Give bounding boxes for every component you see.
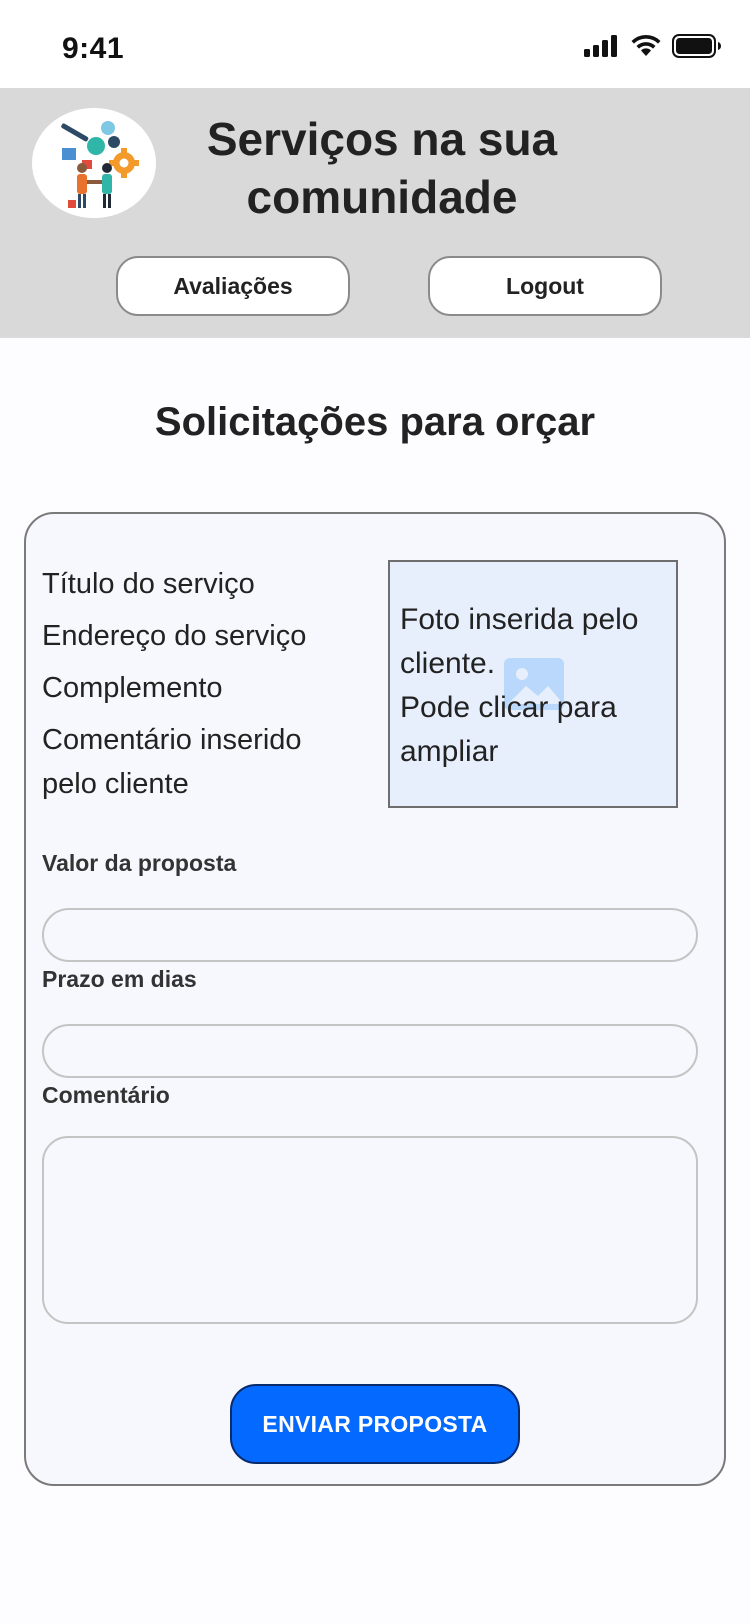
service-title: Título do serviço: [42, 568, 255, 600]
photo-caption: Foto inserida pelo cliente. Pode clicar …: [400, 603, 639, 768]
value-input[interactable]: [42, 908, 698, 962]
reviews-button[interactable]: Avaliações: [116, 256, 350, 316]
comment-label: Comentário: [42, 1082, 170, 1108]
app-header: Serviços na sua comunidade Avaliações Lo…: [0, 88, 750, 338]
wifi-icon: [631, 34, 661, 56]
request-card: Título do serviço Endereço do serviço Co…: [24, 512, 726, 1486]
submit-proposal-button[interactable]: ENVIAR PROPOSTA: [230, 1384, 520, 1464]
value-label: Valor da proposta: [42, 850, 237, 876]
service-complement: Complemento: [42, 672, 223, 704]
page-title: Solicitações para orçar: [154, 400, 596, 444]
deadline-input[interactable]: [42, 1024, 698, 1078]
deadline-label: Prazo em dias: [42, 966, 197, 992]
battery-icon: [672, 34, 721, 58]
logo-image: [32, 108, 156, 218]
service-address: Endereço do serviço: [42, 620, 307, 652]
request-info: Título do serviço Endereço do serviço Co…: [42, 562, 362, 814]
logout-button[interactable]: Logout: [428, 256, 662, 316]
app-title: Serviços na sua comunidade: [206, 113, 558, 223]
client-comment: Comentário inserido pelo cliente: [42, 724, 302, 800]
status-icons: [584, 34, 722, 58]
signal-icon: [584, 35, 617, 57]
client-photo[interactable]: Foto inserida pelo cliente. Pode clicar …: [388, 560, 678, 808]
status-time: 9:41: [62, 32, 125, 65]
status-bar: 9:41: [0, 0, 750, 88]
comment-textarea[interactable]: [42, 1136, 698, 1324]
